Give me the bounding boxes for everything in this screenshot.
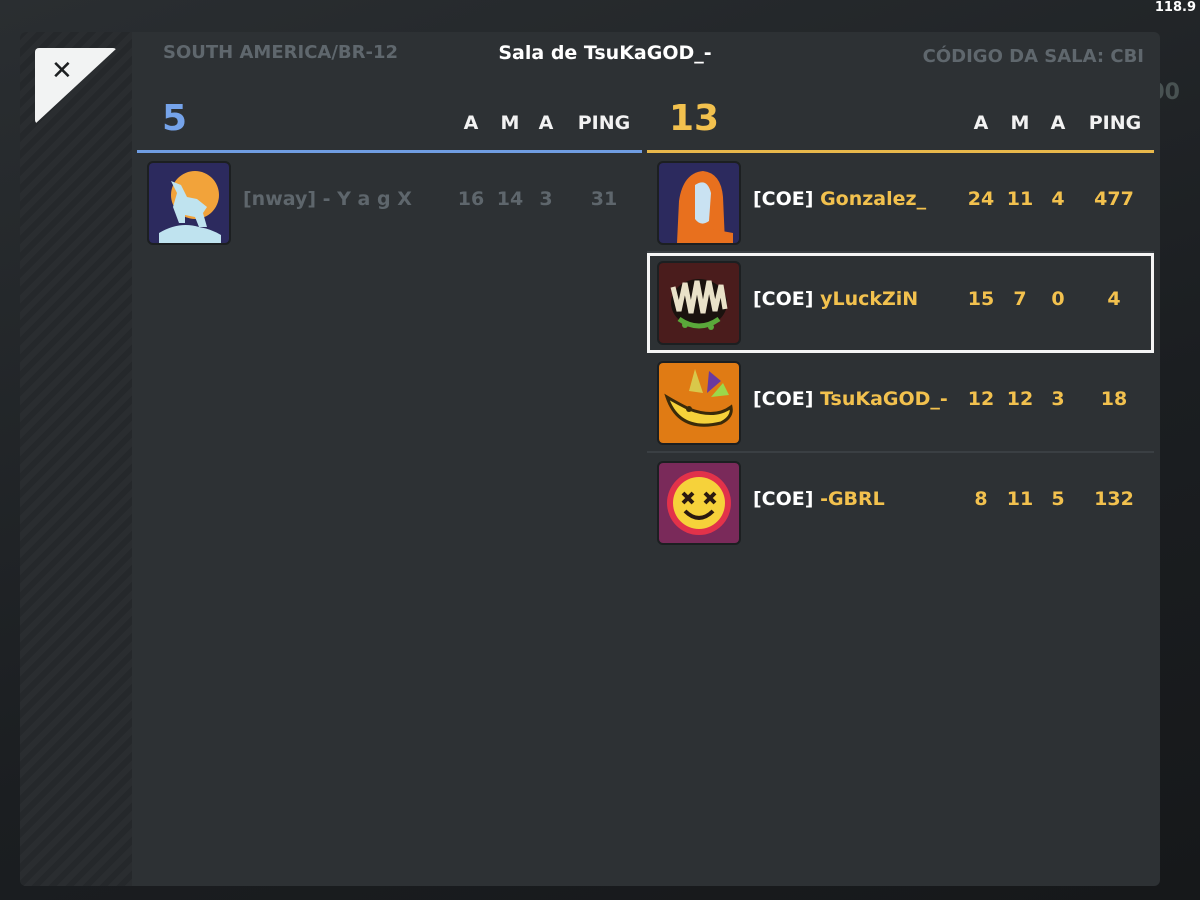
player-ping: 4 (1107, 288, 1121, 310)
scoreboard-panel: ✕ SOUTH AMERICA/BR-12 Sala de TsuKaGOD_-… (20, 32, 1160, 886)
clan-tag: [COE] (753, 388, 814, 410)
team-yellow-score: 13 (669, 98, 720, 139)
clan-tag: [COE] (753, 188, 814, 210)
team-blue: 5 A M A PING [nway] - Y a g X 16 14 3 31 (137, 94, 642, 251)
team-yellow: 13 A M A PING [COE] Gonzalez_ 24 11 4 47… (647, 94, 1154, 551)
team-yellow-header: 13 A M A PING (647, 94, 1154, 153)
col-assists: A (538, 112, 554, 134)
player-row[interactable]: [COE] Gonzalez_ 24 11 4 477 (647, 153, 1154, 253)
player-row[interactable]: [COE] -GBRL 8 11 5 132 (647, 453, 1154, 551)
player-deaths: 11 (1006, 188, 1034, 210)
player-ping: 18 (1100, 388, 1128, 410)
team-blue-score: 5 (162, 98, 188, 139)
player-ping: 31 (590, 188, 618, 210)
player-kills: 8 (974, 488, 988, 510)
player-name: [COE] Gonzalez_ (753, 188, 926, 210)
smiley-face-icon (657, 461, 741, 545)
player-kills: 24 (967, 188, 995, 210)
player-assists: 3 (1051, 388, 1065, 410)
col-ping: PING (1088, 112, 1142, 134)
player-kills: 15 (967, 288, 995, 310)
col-kills: A (463, 112, 479, 134)
hooded-figure-icon (657, 161, 741, 245)
player-assists: 5 (1051, 488, 1065, 510)
player-kills: 16 (457, 188, 485, 210)
col-ping: PING (577, 112, 631, 134)
player-nick: yLuckZiN (820, 288, 919, 310)
clan-tag: [COE] (753, 288, 814, 310)
player-nick: -GBRL (820, 488, 885, 510)
player-name: [COE] yLuckZiN (753, 288, 918, 310)
col-deaths: M (500, 112, 520, 134)
player-kills: 12 (967, 388, 995, 410)
player-deaths: 11 (1006, 488, 1034, 510)
banana-icon (657, 361, 741, 445)
player-deaths: 7 (1013, 288, 1027, 310)
fps-counter: 118.9 (1154, 0, 1196, 15)
player-row-selected[interactable]: [COE] yLuckZiN 15 7 0 4 (647, 253, 1154, 353)
clan-tag: [COE] (753, 488, 814, 510)
player-deaths: 14 (496, 188, 524, 210)
col-assists: A (1050, 112, 1066, 134)
player-name: [COE] -GBRL (753, 488, 885, 510)
col-kills: A (973, 112, 989, 134)
player-nick: TsuKaGOD_- (820, 388, 948, 410)
player-assists: 0 (1051, 288, 1065, 310)
player-name: [COE] TsuKaGOD_- (753, 388, 948, 410)
player-nick: Gonzalez_ (820, 188, 927, 210)
howling-wolf-icon (147, 161, 231, 245)
player-ping: 477 (1094, 188, 1134, 210)
team-blue-header: 5 A M A PING (137, 94, 642, 153)
player-assists: 3 (539, 188, 553, 210)
player-row[interactable]: [nway] - Y a g X 16 14 3 31 (137, 153, 642, 251)
player-deaths: 12 (1006, 388, 1034, 410)
player-ping: 132 (1094, 488, 1134, 510)
scoreboard-sidebar: ✕ (20, 32, 132, 886)
player-assists: 4 (1051, 188, 1065, 210)
player-name: [nway] - Y a g X (243, 188, 412, 210)
player-row[interactable]: [COE] TsuKaGOD_- 12 12 3 18 (647, 353, 1154, 453)
col-deaths: M (1010, 112, 1030, 134)
room-code: CÓDIGO DA SALA: CBI (922, 46, 1144, 67)
monster-mouth-icon (657, 261, 741, 345)
